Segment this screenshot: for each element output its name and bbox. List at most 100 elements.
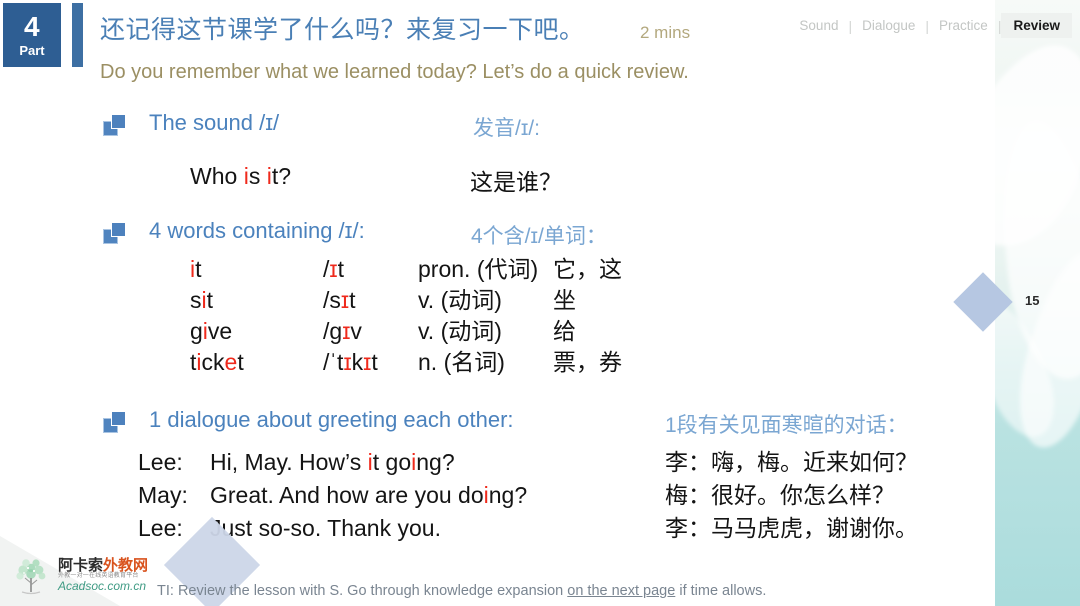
sound-ex-mid: s xyxy=(248,163,267,189)
word-cell: it xyxy=(190,255,323,286)
dialogue-text: Hi, May. How’s it going? xyxy=(210,448,527,481)
line-mid: t go xyxy=(372,449,412,475)
logo-text-block: 阿卡索外教网 外教一对一在线英语教育平台 Acadsoc.com.cn xyxy=(58,556,149,593)
line-post: ng? xyxy=(488,482,528,509)
bullet-icon xyxy=(103,114,126,136)
bullet-icon xyxy=(103,411,126,433)
sound-ex-post: t? xyxy=(271,163,292,189)
speaker-label: Lee: xyxy=(138,449,183,475)
pos-cell: v. (动词) xyxy=(418,318,502,345)
ipa-post: t xyxy=(371,349,378,376)
table-row: it /ɪt pron. (代词) 它，这 xyxy=(190,255,622,286)
pos-cell: v. (动词) xyxy=(418,287,502,314)
logo-name-orange: 外教网 xyxy=(103,556,149,574)
ipa-mid: k xyxy=(351,349,364,376)
table-row: give /gɪv v. (动词) 给 xyxy=(190,317,622,348)
ipa-cell: /sɪt xyxy=(323,286,418,317)
word-cell: ticket xyxy=(190,348,323,379)
part-label: Part xyxy=(19,43,45,58)
sound-heading-en: The sound /ɪ/ xyxy=(149,110,280,135)
dialogue-row-cn: 李：马马虎虎，谢谢你。 xyxy=(665,514,918,547)
part-badge: 4 Part xyxy=(3,3,61,67)
dialogue-row: May: Great. And how are you doing? xyxy=(138,481,527,514)
bullet-square-front xyxy=(111,222,126,237)
ipa-pre: /g xyxy=(323,318,343,345)
sound-example-en: Who is it? xyxy=(190,163,291,190)
page-number: 15 xyxy=(1025,293,1040,308)
table-row: ticket /ˈtɪkɪt n. (名词) 票，券 xyxy=(190,348,622,379)
words-heading-cn: 4个含/ɪ/单词： xyxy=(471,225,607,248)
bullet-square-front xyxy=(111,411,126,426)
ipa-pre: /s xyxy=(323,287,341,314)
arrow-decoration-right xyxy=(983,282,1003,324)
word-post: t xyxy=(206,287,214,314)
ipa-highlight: ɪ xyxy=(329,256,338,282)
word-pre: s xyxy=(190,287,202,314)
dialogue-text-cn: 梅：很好。你怎么样？ xyxy=(665,482,895,509)
note-link[interactable]: on the next page xyxy=(567,583,675,599)
dialogue-text-cn: 李：马马虎虎，谢谢你。 xyxy=(665,515,918,542)
dialogue-table-cn: 李：嗨，梅。近来如何？ 梅：很好。你怎么样？ 李：马马虎虎，谢谢你。 xyxy=(665,448,918,548)
section-nav: Sound | Dialogue | Practice | Review xyxy=(789,13,1072,38)
dialogue-row-cn: 李：嗨，梅。近来如何？ xyxy=(665,448,918,481)
word-post: t xyxy=(195,256,202,282)
note-post: if time allows. xyxy=(675,583,767,599)
brand-logo: 阿卡索外教网 外教一对一在线英语教育平台 Acadsoc.com.cn xyxy=(8,552,148,598)
line-post: ng? xyxy=(416,449,455,475)
nav-item-review[interactable]: Review xyxy=(1001,13,1072,38)
meaning-cell: 它，这 xyxy=(553,256,622,282)
duration-label: 2 mins xyxy=(640,23,691,42)
part-number: 4 xyxy=(23,11,41,42)
dialogue-text: Great. And how are you doing? xyxy=(210,481,527,514)
dialogue-heading-en: 1 dialogue about greeting each other: xyxy=(149,407,514,432)
pos-cell: pron. (代词) xyxy=(418,256,539,282)
meaning-cell: 票，券 xyxy=(553,349,622,376)
sound-example-cn: 这是谁？ xyxy=(470,169,562,195)
nav-item-practice[interactable]: Practice xyxy=(929,15,998,36)
speaker-label: May: xyxy=(138,482,188,509)
ipa-post: t xyxy=(337,256,344,282)
word-cell: give xyxy=(190,317,323,348)
logo-name: 阿卡索外教网 xyxy=(58,556,149,574)
line-pre: Hi, May. How’s xyxy=(210,449,368,475)
word-post-2: t xyxy=(237,349,244,376)
dialogue-heading-cn: 1段有关见面寒暄的对话： xyxy=(665,414,908,437)
logo-url: Acadsoc.com.cn xyxy=(58,578,147,593)
ipa-cell: /ɪt xyxy=(323,255,418,286)
dialogue-text: Just so-so. Thank you. xyxy=(210,514,527,547)
dialogue-row-cn: 梅：很好。你怎么样？ xyxy=(665,481,918,514)
word-highlight-2: e xyxy=(224,349,238,376)
words-heading-en: 4 words containing /ɪ/: xyxy=(149,218,365,243)
pos-cell: n. (名词) xyxy=(418,349,505,376)
ipa-cell: /gɪv xyxy=(323,317,418,348)
word-post: ve xyxy=(207,318,233,345)
note-pre: TI: Review the lesson with S. Go through… xyxy=(157,583,568,599)
dialogue-text-cn: 李：嗨，梅。近来如何？ xyxy=(665,449,918,475)
meaning-cell: 给 xyxy=(553,318,576,345)
tree-icon xyxy=(8,552,54,598)
bullet-square-front xyxy=(111,114,126,129)
word-cell: sit xyxy=(190,286,323,317)
ipa-highlight: ɪ xyxy=(343,349,352,376)
header-accent-bar xyxy=(72,3,83,67)
nav-item-sound[interactable]: Sound xyxy=(789,15,848,36)
ipa-highlight: ɪ xyxy=(340,287,350,314)
dialogue-row: Lee: Hi, May. How’s it going? xyxy=(138,448,527,481)
word-pre: g xyxy=(190,318,203,345)
teacher-instruction-note: TI: Review the lesson with S. Go through… xyxy=(157,583,766,599)
page-title-en: Do you remember what we learned today? L… xyxy=(100,61,689,83)
line-pre: Just so-so. Thank you. xyxy=(210,515,441,542)
meaning-cell: 坐 xyxy=(553,287,576,314)
sound-ex-pre: Who xyxy=(190,163,244,189)
nav-item-dialogue[interactable]: Dialogue xyxy=(852,15,925,36)
bullet-icon xyxy=(103,222,126,244)
slide-canvas: 4 Part 还记得这节课学了什么吗？来复习一下吧。 2 mins Do you… xyxy=(0,0,1080,606)
word-table: it /ɪt pron. (代词) 它，这 sit /sɪt v. (动词) 坐… xyxy=(190,255,622,379)
ipa-pre: /ˈt xyxy=(323,349,344,376)
page-title-cn: 还记得这节课学了什么吗？来复习一下吧。 xyxy=(100,16,585,44)
ipa-post: t xyxy=(349,287,356,314)
line-pre: Great. And how are you do xyxy=(210,482,484,509)
word-post: ck xyxy=(201,349,225,376)
sound-heading-cn: 发音/ɪ/: xyxy=(473,117,540,140)
table-row: sit /sɪt v. (动词) 坐 xyxy=(190,286,622,317)
